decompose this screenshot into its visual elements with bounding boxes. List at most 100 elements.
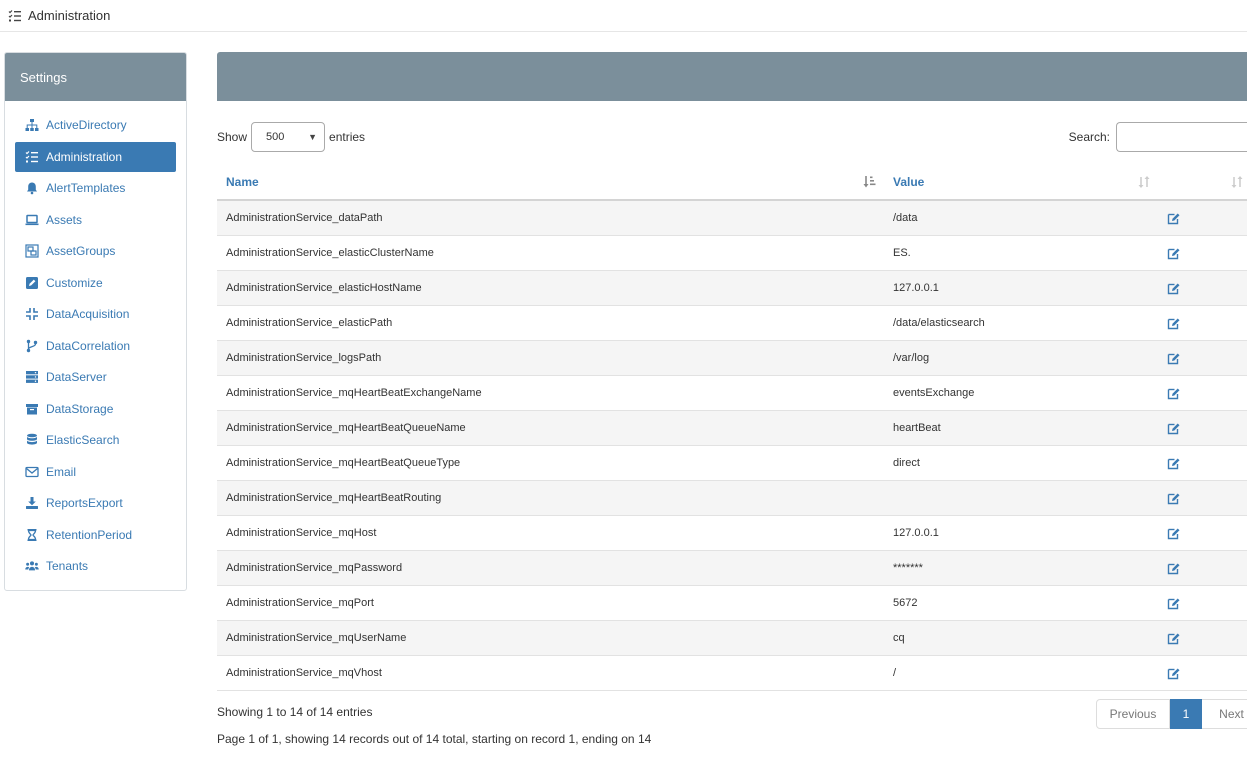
sidebar-item-email[interactable]: Email bbox=[15, 457, 176, 487]
sidebar-item-dataacquisition[interactable]: DataAcquisition bbox=[15, 299, 176, 329]
table-page-detail: Page 1 of 1, showing 14 records out of 1… bbox=[217, 732, 652, 746]
edit-icon[interactable] bbox=[1167, 201, 1181, 235]
table-row: AdministrationService_elasticPath/data/e… bbox=[217, 306, 1247, 341]
edit-icon[interactable] bbox=[1167, 481, 1181, 515]
sidebar-item-alerttemplates[interactable]: AlertTemplates bbox=[15, 173, 176, 203]
edit-icon[interactable] bbox=[1167, 341, 1181, 375]
sidebar-item-label: ElasticSearch bbox=[46, 433, 120, 447]
sidebar-item-retentionperiod[interactable]: RetentionPeriod bbox=[15, 520, 176, 550]
sidebar-item-customize[interactable]: Customize bbox=[15, 268, 176, 298]
edit-icon[interactable] bbox=[1167, 271, 1181, 305]
sidebar-item-activedirectory[interactable]: ActiveDirectory bbox=[15, 110, 176, 140]
cell-value: 5672 bbox=[893, 597, 918, 609]
entries-length: Show 500 ▼ entries bbox=[217, 122, 365, 152]
edit-icon[interactable] bbox=[1167, 656, 1181, 690]
bell-icon bbox=[25, 181, 39, 195]
sidebar-item-reportsexport[interactable]: ReportsExport bbox=[15, 488, 176, 518]
users-icon bbox=[25, 559, 39, 573]
sidebar-item-label: DataCorrelation bbox=[46, 338, 131, 353]
table-row: AdministrationService_mqHeartBeatRouting bbox=[217, 481, 1247, 516]
edit-icon[interactable] bbox=[1167, 586, 1181, 620]
sidebar-item-dataserver[interactable]: DataServer bbox=[15, 362, 176, 392]
cell-name: AdministrationService_mqHeartBeatRouting bbox=[226, 492, 442, 504]
sidebar-list: ActiveDirectory Administration AlertTemp… bbox=[5, 101, 186, 581]
sort-both-icon[interactable] bbox=[1230, 174, 1244, 190]
cell-value: 127.0.0.1 bbox=[893, 527, 939, 539]
cell-value: /data/elasticsearch bbox=[893, 317, 985, 329]
cell-name: AdministrationService_mqHeartBeatQueueTy… bbox=[226, 457, 461, 469]
cell-name: AdministrationService_elasticPath bbox=[226, 317, 393, 329]
page-title: Administration bbox=[28, 8, 111, 23]
sidebar-item-label: DataServer bbox=[46, 370, 107, 384]
hourglass-icon bbox=[25, 528, 39, 542]
cell-value: / bbox=[893, 667, 897, 679]
entries-select-value: 500 bbox=[266, 131, 285, 143]
cell-name: AdministrationService_mqUserName bbox=[226, 632, 407, 644]
table-info: Showing 1 to 14 of 14 entries bbox=[217, 705, 373, 719]
table-row: AdministrationService_mqPort 5672 bbox=[217, 586, 1247, 621]
sidebar-item-assetgroups[interactable]: AssetGroups bbox=[15, 236, 176, 266]
sidebar-item-label: DataStorage bbox=[46, 401, 114, 416]
sidebar-item-label: AlertTemplates bbox=[46, 181, 126, 195]
edit-icon[interactable] bbox=[1167, 411, 1181, 445]
table-row: AdministrationService_elasticClusterName… bbox=[217, 236, 1247, 271]
cell-name: AdministrationService_logsPath bbox=[226, 352, 382, 364]
sidebar-item-label: Email bbox=[46, 464, 77, 479]
edit-icon[interactable] bbox=[1167, 621, 1181, 655]
column-header-value[interactable]: Value bbox=[893, 165, 924, 199]
sidebar-item-datastorage[interactable]: DataStorage bbox=[15, 394, 176, 424]
cell-value: 127.0.0.1 bbox=[893, 282, 939, 294]
server-icon bbox=[25, 370, 39, 384]
cell-value: heartBeat bbox=[893, 422, 941, 434]
cell-name: AdministrationService_mqPassword bbox=[226, 562, 403, 574]
cell-value: ******* bbox=[893, 562, 923, 574]
table-row: AdministrationService_elasticHostName 127… bbox=[217, 271, 1247, 306]
database-icon bbox=[25, 433, 39, 447]
sidebar-item-label: Tenants bbox=[46, 559, 89, 573]
table-controls: Show 500 ▼ entries Search: bbox=[217, 122, 1247, 152]
entries-select[interactable]: 500 ▼ bbox=[251, 122, 326, 152]
sidebar-item-label: ActiveDirectory bbox=[46, 118, 127, 132]
cell-name: AdministrationService_mqPort bbox=[226, 597, 374, 609]
edit-icon[interactable] bbox=[1167, 376, 1181, 410]
sidebar-item-assets[interactable]: Assets bbox=[15, 205, 176, 235]
edit-square-icon bbox=[25, 276, 39, 290]
cell-value: eventsExchange bbox=[893, 387, 975, 399]
next-button[interactable]: Next bbox=[1202, 699, 1247, 729]
sidebar-item-label: Administration bbox=[46, 149, 123, 164]
entries-label: entries bbox=[329, 130, 366, 144]
sort-both-icon[interactable] bbox=[1137, 174, 1151, 190]
search-box: Search: bbox=[1069, 122, 1247, 152]
column-header-name[interactable]: Name bbox=[226, 165, 259, 199]
sidebar-item-tenants[interactable]: Tenants bbox=[15, 551, 176, 581]
cell-name: AdministrationService_elasticHostName bbox=[226, 282, 422, 294]
edit-icon[interactable] bbox=[1167, 236, 1181, 270]
page-button-1[interactable]: 1 bbox=[1170, 699, 1202, 729]
table-header: Name Value bbox=[217, 165, 1247, 201]
sidebar-item-datacorrelation[interactable]: DataCorrelation bbox=[15, 331, 176, 361]
cell-value: ES. bbox=[893, 247, 911, 259]
table-row: AdministrationService_mqUserName cq bbox=[217, 621, 1247, 656]
sort-asc-icon[interactable] bbox=[863, 174, 877, 190]
show-label: Show bbox=[217, 130, 248, 144]
cell-name: AdministrationService_mqHeartBeatExchang… bbox=[226, 387, 482, 399]
compress-icon bbox=[25, 307, 39, 321]
edit-icon[interactable] bbox=[1167, 516, 1181, 550]
settings-table: Name Value AdministrationService_dataPat… bbox=[217, 165, 1247, 691]
cell-name: AdministrationService_dataPath bbox=[226, 212, 383, 224]
edit-icon[interactable] bbox=[1167, 551, 1181, 585]
edit-icon[interactable] bbox=[1167, 446, 1181, 480]
settings-sidebar: Settings ActiveDirectory Administration … bbox=[4, 52, 187, 591]
panel-header bbox=[217, 52, 1247, 101]
table-body: AdministrationService_dataPath/data Admin… bbox=[217, 201, 1247, 691]
sidebar-item-label: RetentionPeriod bbox=[46, 527, 133, 542]
list-check-icon bbox=[8, 9, 22, 23]
pagination: Previous 1 Next bbox=[1096, 699, 1247, 729]
sidebar-item-administration[interactable]: Administration bbox=[15, 141, 176, 172]
search-input[interactable] bbox=[1116, 122, 1247, 152]
cell-name: AdministrationService_mqVhost bbox=[226, 667, 382, 679]
edit-icon[interactable] bbox=[1167, 306, 1181, 340]
sidebar-item-elasticsearch[interactable]: ElasticSearch bbox=[15, 425, 176, 455]
previous-button[interactable]: Previous bbox=[1096, 699, 1170, 729]
table-row: AdministrationService_mqVhost / bbox=[217, 656, 1247, 691]
